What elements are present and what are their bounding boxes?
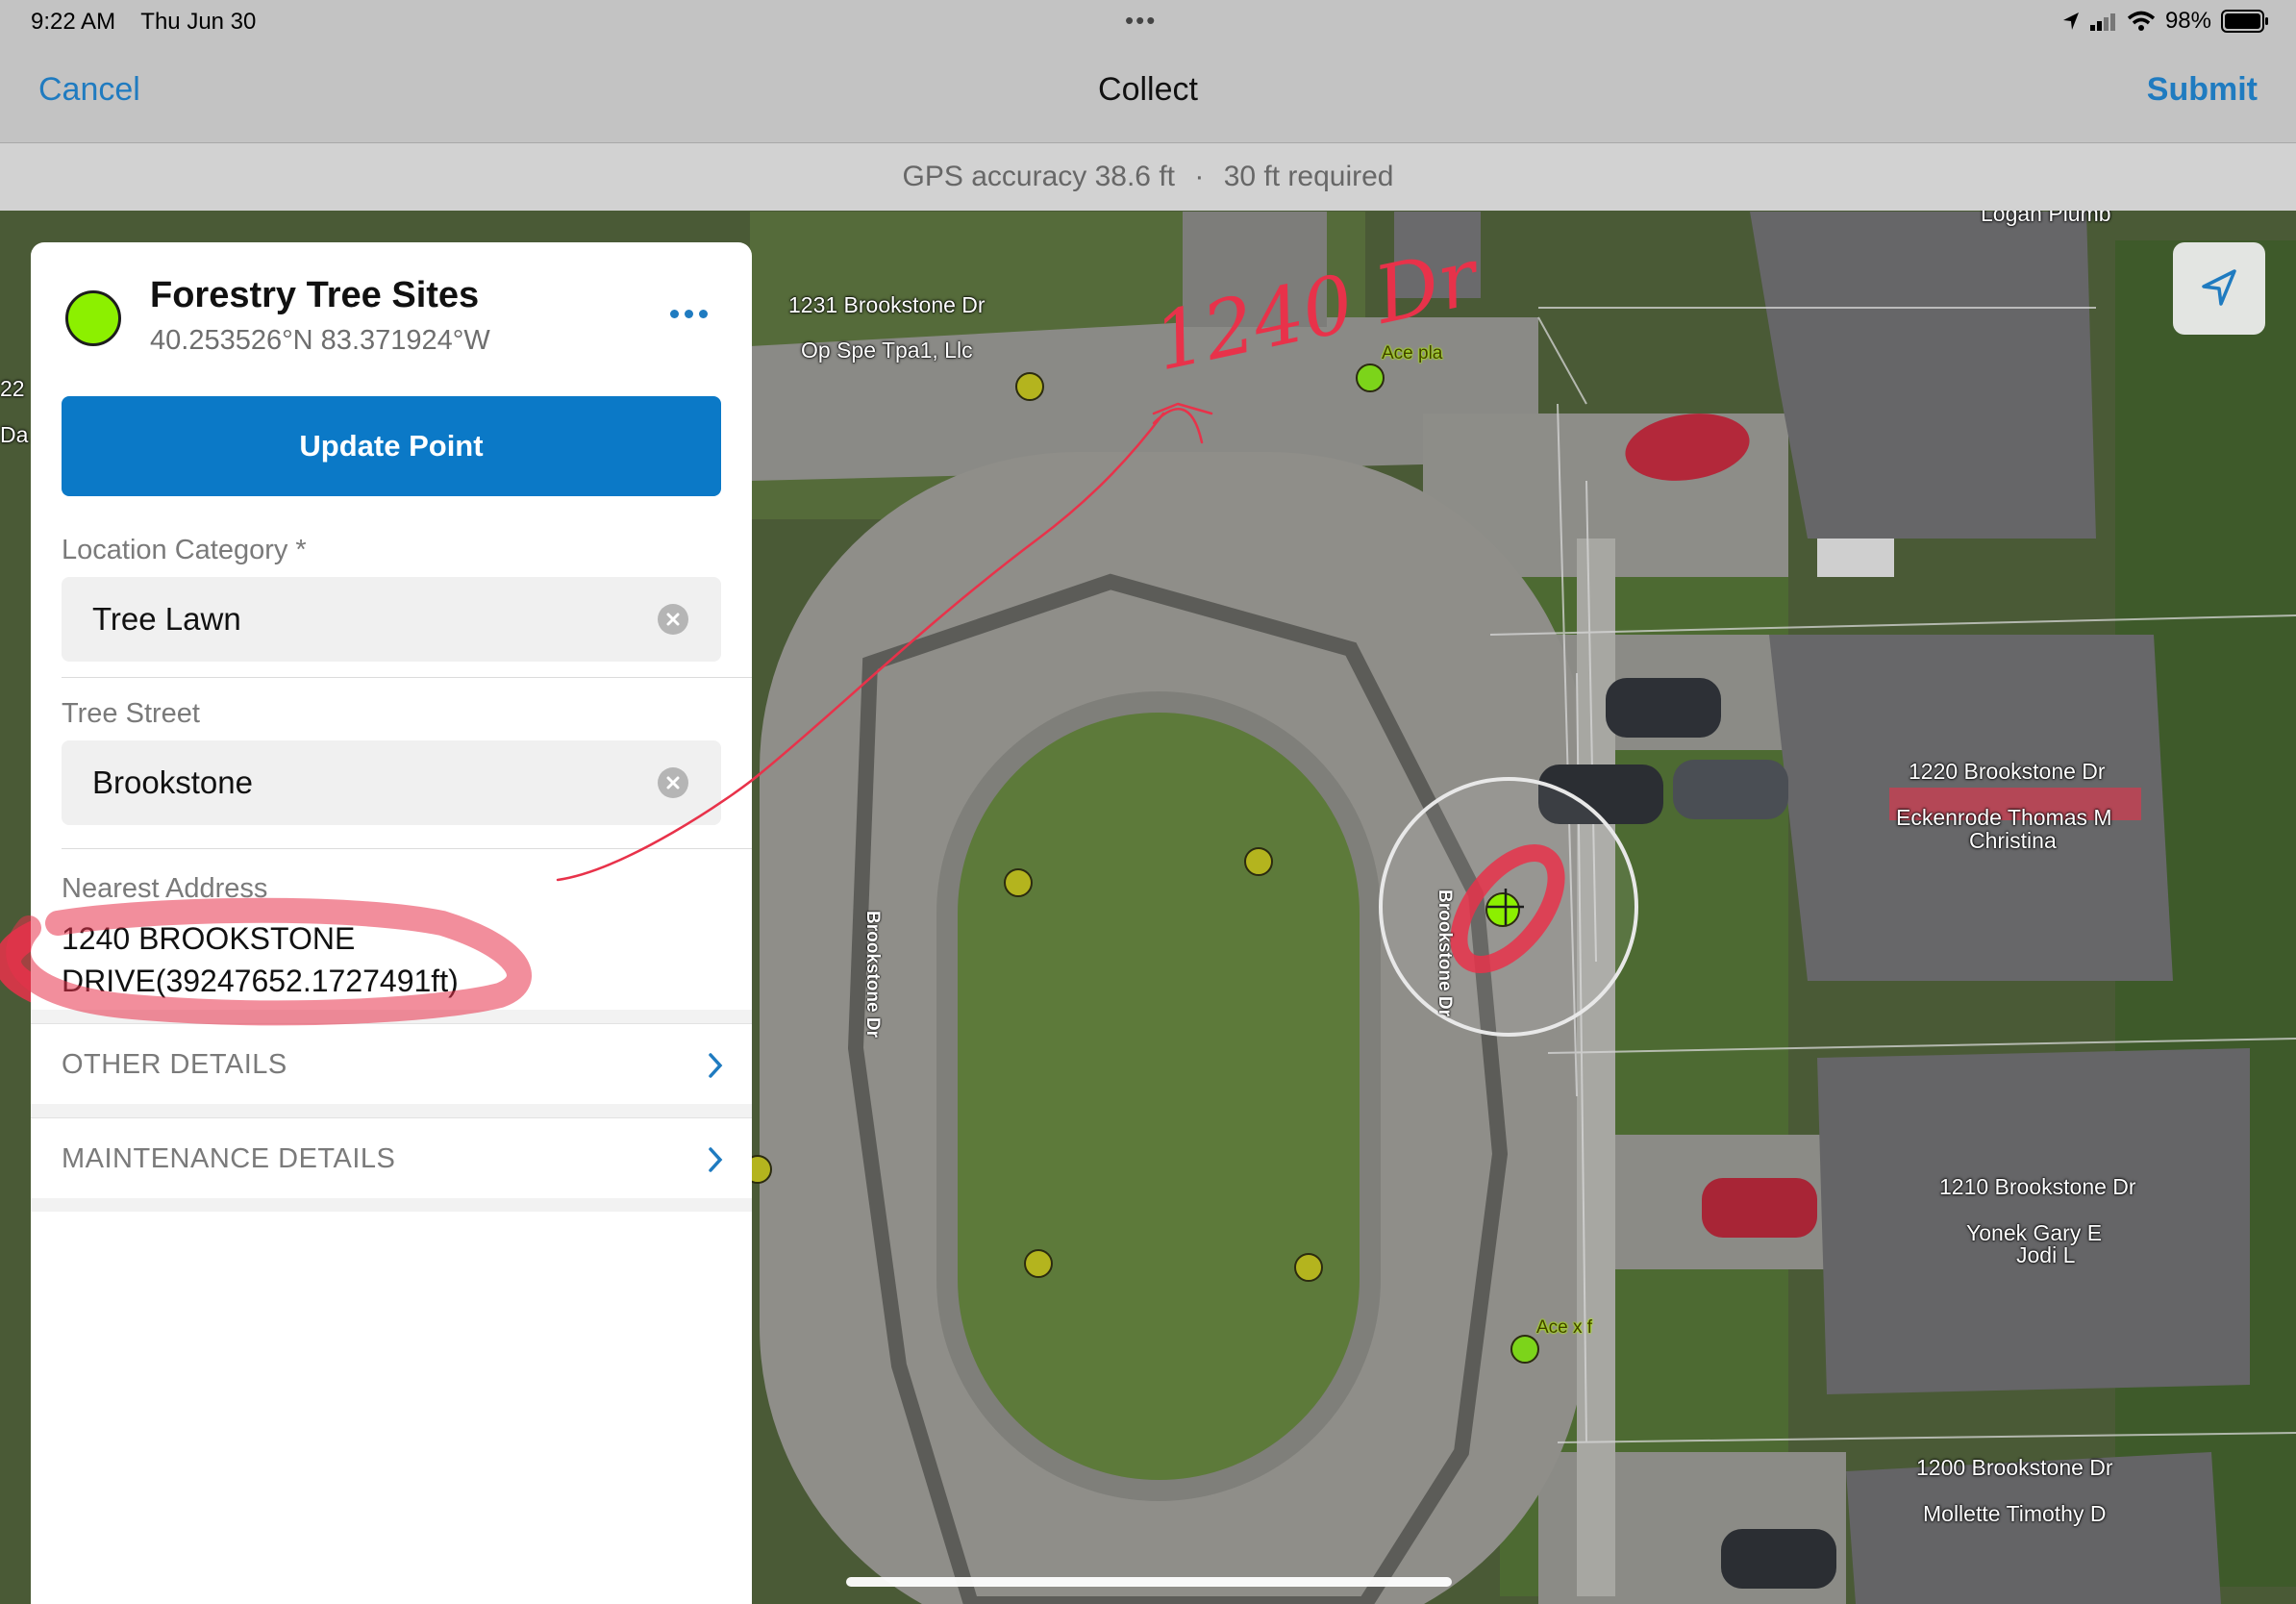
nearest-address-label: Nearest Address [62, 873, 268, 904]
clear-icon[interactable] [658, 604, 688, 635]
label-owner-1200: Mollette Timothy D [1923, 1501, 2107, 1526]
gps-separator: · [1194, 161, 1205, 192]
chevron-right-icon [709, 1147, 723, 1172]
label-tree-top: Ace pla [1382, 343, 1443, 363]
field-divider [62, 848, 752, 849]
label-owner-1220-a: Eckenrode Thomas M [1896, 805, 2112, 830]
tree-street-value: Brookstone [92, 764, 253, 800]
gps-accuracy-bar: GPS accuracy 38.6 ft · 30 ft required [0, 143, 2296, 211]
annotation-handwritten-note: 1240 Dr [1146, 231, 1489, 389]
nearest-address-line2: DRIVE(39247652.1727491ft) [62, 964, 459, 998]
navigation-arrow-icon [2202, 269, 2236, 306]
section-gap [31, 1198, 752, 1212]
label-owner-1210-a: Yonek Gary E [1966, 1220, 2103, 1245]
label-addr-1220: 1220 Brookstone Dr [1909, 759, 2106, 784]
layer-title: Forestry Tree Sites [150, 275, 480, 315]
home-indicator[interactable] [846, 1577, 1452, 1587]
label-street-west: Brookstone Dr [862, 911, 883, 1038]
location-arrow-icon [2062, 13, 2079, 30]
tree-street-label: Tree Street [62, 698, 200, 729]
nearest-address-line1: 1240 BROOKSTONE [62, 921, 356, 956]
location-category-value: Tree Lawn [92, 601, 241, 637]
layer-symbol-icon [65, 290, 121, 346]
label-owner-1231: Op Spe Tpa1, Llc [801, 338, 973, 363]
maintenance-details-label: MAINTENANCE DETAILS [62, 1143, 396, 1174]
label-addr-1200: 1200 Brookstone Dr [1916, 1455, 2113, 1480]
label-addr-1231: 1231 Brookstone Dr [788, 292, 986, 317]
more-options-icon[interactable] [670, 306, 713, 323]
maintenance-details-row[interactable]: MAINTENANCE DETAILS [31, 1117, 752, 1200]
other-details-label: OTHER DETAILS [62, 1049, 287, 1080]
status-time: 9:22 AM [31, 9, 116, 35]
update-point-button[interactable]: Update Point [62, 396, 721, 496]
label-edge-b: Da [0, 422, 29, 447]
label-owner-1210-b: Jodi L [2016, 1242, 2076, 1267]
cellular-signal-icon [2089, 13, 2115, 31]
clear-icon[interactable] [658, 767, 688, 798]
nearest-address-value: 1240 BROOKSTONE DRIVE(39247652.1727491ft… [62, 917, 459, 1002]
page-title: Collect [1098, 71, 1198, 108]
section-gap [31, 1010, 752, 1023]
location-category-label: Location Category * [62, 535, 307, 565]
feature-panel: Forestry Tree Sites 40.253526°N 83.37192… [31, 242, 752, 1604]
annotation-arrow-head [1152, 402, 1213, 444]
label-addr-1210: 1210 Brookstone Dr [1939, 1174, 2136, 1199]
section-gap [31, 1104, 752, 1117]
other-details-row[interactable]: OTHER DETAILS [31, 1023, 752, 1106]
gps-required-text: 30 ft required [1223, 161, 1394, 192]
status-bar: 9:22 AM Thu Jun 30 ••• 98% [0, 0, 2296, 42]
multitasking-dots-icon[interactable]: ••• [1125, 6, 1157, 36]
field-divider [62, 677, 752, 678]
annotation-circle-point [1450, 844, 1565, 973]
label-tree-bottom: Ace x f [1536, 1317, 1593, 1338]
label-edge-a: 22 [0, 376, 25, 401]
submit-button[interactable]: Submit [2147, 71, 2258, 109]
gps-accuracy-text: GPS accuracy 38.6 ft [902, 161, 1175, 192]
point-coordinates: 40.253526°N 83.371924°W [150, 325, 490, 356]
location-category-field[interactable]: Tree Lawn [62, 577, 721, 662]
battery-icon [2221, 10, 2268, 33]
status-date: Thu Jun 30 [140, 9, 257, 35]
battery-percentage: 98% [2164, 8, 2211, 34]
wifi-icon [2127, 11, 2156, 31]
navigation-bar: Cancel Collect Submit [0, 42, 2296, 143]
label-street-east: Brookstone Dr [1435, 890, 1455, 1016]
label-owner-1220-b: Christina [1969, 828, 2057, 853]
locate-button[interactable] [2173, 242, 2265, 335]
chevron-right-icon [709, 1053, 723, 1078]
tree-street-field[interactable]: Brookstone [62, 740, 721, 825]
